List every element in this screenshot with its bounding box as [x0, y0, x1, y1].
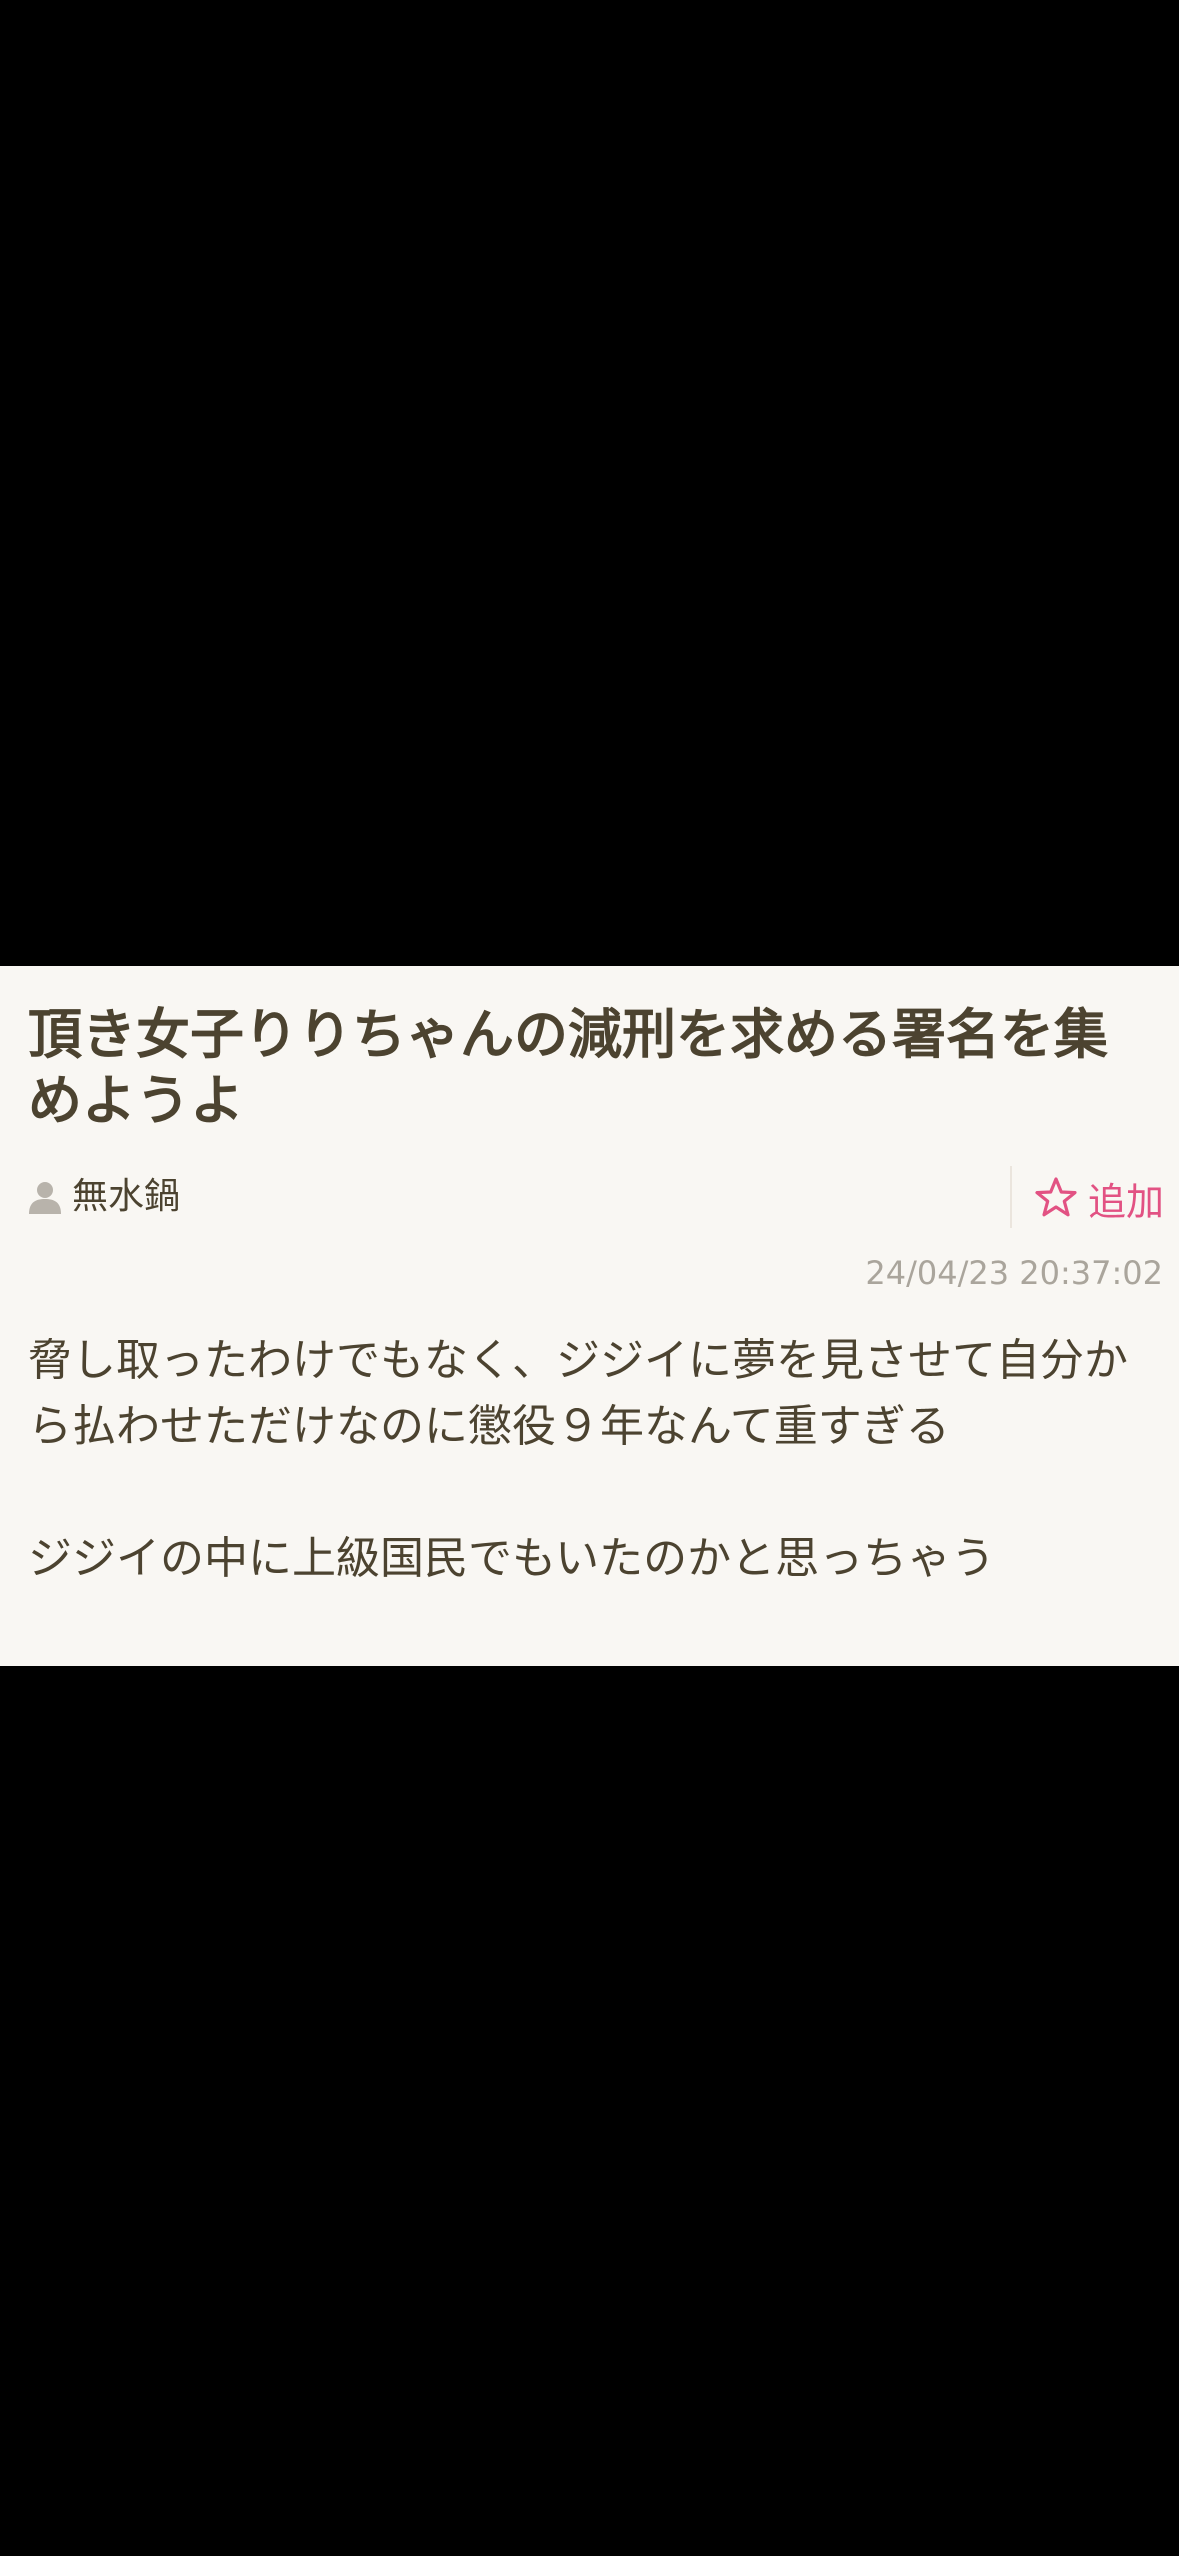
post-timestamp: 24/04/23 20:37:02	[865, 1254, 1163, 1292]
post-body-paragraph: 脅し取ったわけでもなく、ジジイに夢を見させて自分から払わせただけなのに懲役９年な…	[28, 1335, 1128, 1452]
meta-divider	[1010, 1166, 1012, 1228]
star-icon	[1035, 1177, 1077, 1217]
post-body: 脅し取ったわけでもなく、ジジイに夢を見させて自分から払わせただけなのに懲役９年な…	[28, 1328, 1148, 1592]
post-card: 頂き女子りりちゃんの減刑を求める署名を集めようよ 無水鍋 追加 24/04/23…	[0, 966, 1179, 1666]
post-body-paragraph: ジジイの中に上級国民でもいたのかと思っちゃう	[28, 1533, 996, 1584]
post-title: 頂き女子りりちゃんの減刑を求める署名を集めようよ	[28, 1003, 1108, 1132]
author-name[interactable]: 無水鍋	[72, 1174, 180, 1220]
add-favorite-button[interactable]: 追加	[1034, 1170, 1164, 1226]
add-favorite-label: 追加	[1088, 1179, 1165, 1224]
user-icon	[29, 1182, 61, 1214]
post-meta: 無水鍋 追加	[0, 1166, 1179, 1230]
